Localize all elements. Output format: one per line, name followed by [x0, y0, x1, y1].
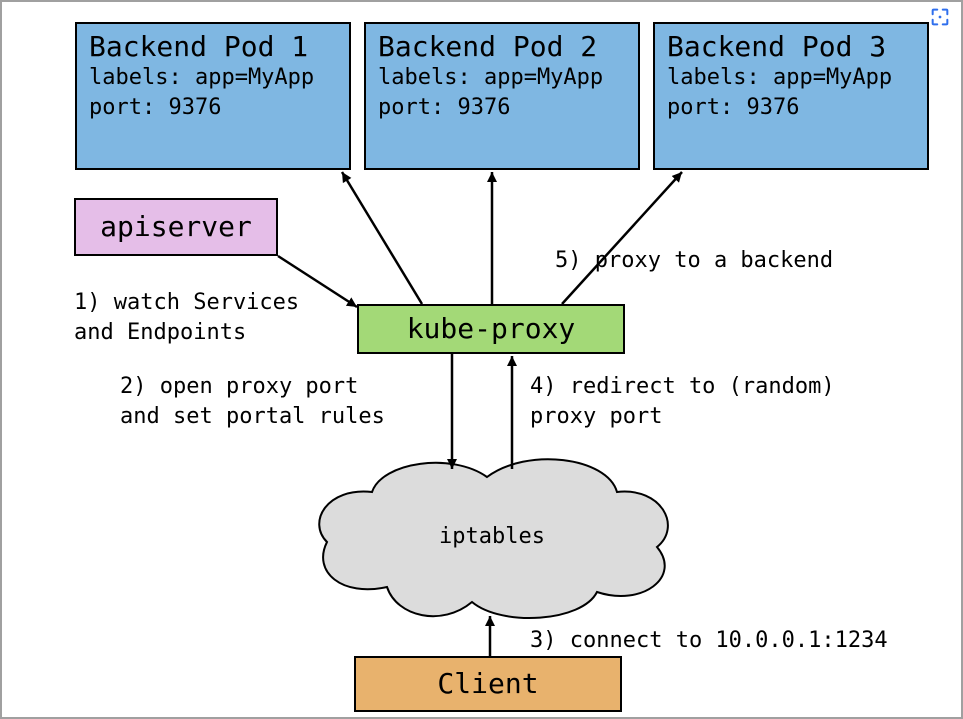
client-label: Client	[437, 667, 538, 700]
iptables-label: iptables	[302, 524, 682, 549]
backend-pod-1: Backend Pod 1 labels: app=MyApp port: 93…	[75, 22, 351, 170]
annotation-1-line2: and Endpoints	[74, 318, 299, 348]
annotation-5: 5) proxy to a backend	[555, 246, 833, 276]
pod-labels: labels: app=MyApp	[667, 63, 915, 93]
backend-pod-2: Backend Pod 2 labels: app=MyApp port: 93…	[364, 22, 640, 170]
client-node: Client	[354, 656, 622, 712]
pod-labels: labels: app=MyApp	[89, 63, 337, 93]
pod-labels: labels: app=MyApp	[378, 63, 626, 93]
annotation-2-line2: and set portal rules	[120, 402, 385, 432]
annotation-3: 3) connect to 10.0.0.1:1234	[530, 626, 888, 656]
diagram-canvas: Backend Pod 1 labels: app=MyApp port: 93…	[0, 0, 963, 719]
kube-proxy-node: kube-proxy	[357, 304, 625, 354]
annotation-4-line1: 4) redirect to (random)	[530, 372, 835, 402]
annotation-4: 4) redirect to (random) proxy port	[530, 372, 835, 431]
kube-proxy-label: kube-proxy	[407, 312, 576, 345]
pod-port: port: 9376	[89, 93, 337, 123]
annotation-1-line1: 1) watch Services	[74, 288, 299, 318]
annotation-4-line2: proxy port	[530, 402, 835, 432]
iptables-cloud: iptables	[302, 442, 682, 632]
pod-port: port: 9376	[378, 93, 626, 123]
pod-title: Backend Pod 2	[378, 30, 626, 63]
annotation-1: 1) watch Services and Endpoints	[74, 288, 299, 347]
annotation-2: 2) open proxy port and set portal rules	[120, 372, 385, 431]
apiserver-node: apiserver	[74, 198, 278, 256]
annotation-2-line1: 2) open proxy port	[120, 372, 385, 402]
pod-title: Backend Pod 1	[89, 30, 337, 63]
pod-port: port: 9376	[667, 93, 915, 123]
pod-title: Backend Pod 3	[667, 30, 915, 63]
backend-pod-3: Backend Pod 3 labels: app=MyApp port: 93…	[653, 22, 929, 170]
expand-icon[interactable]	[925, 2, 955, 32]
apiserver-label: apiserver	[100, 210, 252, 243]
